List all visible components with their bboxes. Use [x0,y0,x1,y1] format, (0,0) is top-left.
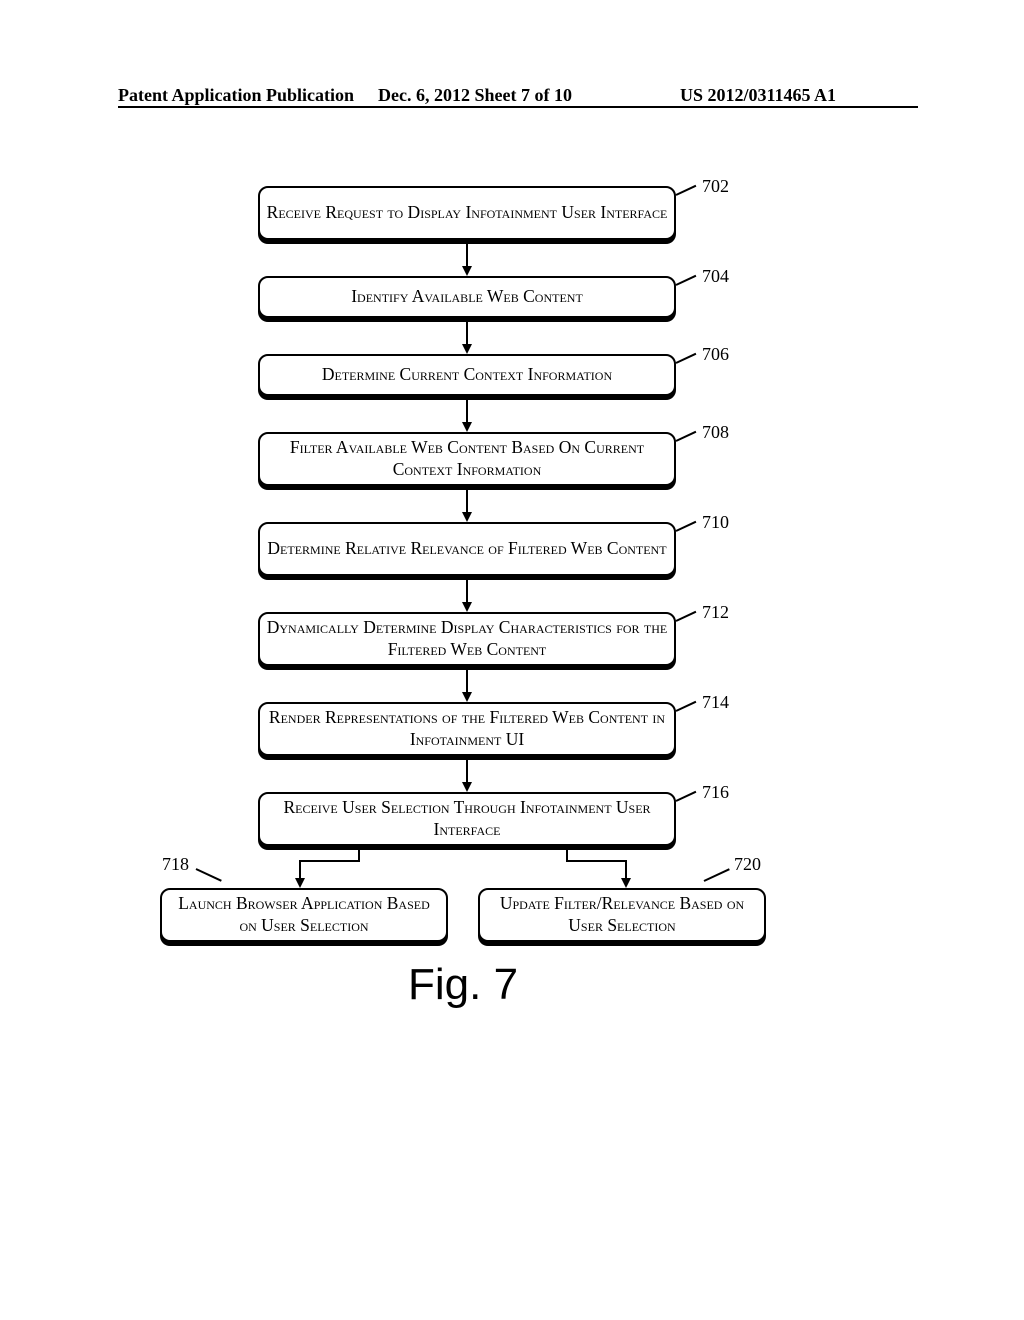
arrowhead-712-714 [462,692,472,702]
arrow-704-706 [466,322,468,346]
arrowhead-702-704 [462,266,472,276]
leader-718 [196,868,222,882]
box-718: Launch Browser Application Based on User… [160,888,448,942]
split-right-horiz [566,860,627,862]
arrow-714-716 [466,760,468,784]
arrowhead-714-716 [462,782,472,792]
arrow-712-714 [466,670,468,694]
label-716: 716 [702,782,729,803]
label-712: 712 [702,602,729,623]
arrowhead-720 [621,878,631,888]
box-702: Receive Request to Display Infotainment … [258,186,676,240]
header-right: US 2012/0311465 A1 [680,85,836,106]
figure-caption: Fig. 7 [408,960,518,1010]
arrow-708-710 [466,490,468,514]
arrow-702-704 [466,244,468,268]
box-706: Determine Current Context Information [258,354,676,396]
label-718: 718 [162,854,189,875]
header-rule [118,106,918,108]
label-720: 720 [734,854,761,875]
leader-702 [676,185,697,196]
leader-720 [704,868,730,882]
arrowhead-710-712 [462,602,472,612]
leader-712 [676,611,697,622]
arrowhead-708-710 [462,512,472,522]
box-708: Filter Available Web Content Based On Cu… [258,432,676,486]
split-left-vert1 [358,850,360,860]
leader-710 [676,521,697,532]
header-center: Dec. 6, 2012 Sheet 7 of 10 [378,85,572,106]
label-702: 702 [702,176,729,197]
leader-704 [676,275,697,286]
arrowhead-718 [295,878,305,888]
leader-716 [676,791,697,802]
split-right-vert2 [625,860,627,880]
leader-708 [676,431,697,442]
label-704: 704 [702,266,729,287]
arrowhead-704-706 [462,344,472,354]
label-714: 714 [702,692,729,713]
label-708: 708 [702,422,729,443]
label-706: 706 [702,344,729,365]
arrowhead-706-708 [462,422,472,432]
box-704: Identify Available Web Content [258,276,676,318]
leader-706 [676,353,697,364]
box-710: Determine Relative Relevance of Filtered… [258,522,676,576]
leader-714 [676,701,697,712]
split-right-vert1 [566,850,568,860]
box-712: Dynamically Determine Display Characteri… [258,612,676,666]
header-left: Patent Application Publication [118,85,354,106]
split-left-vert2 [299,860,301,880]
box-716: Receive User Selection Through Infotainm… [258,792,676,846]
box-720: Update Filter/Relevance Based on User Se… [478,888,766,942]
arrow-710-712 [466,580,468,604]
label-710: 710 [702,512,729,533]
arrow-706-708 [466,400,468,424]
split-left-horiz [299,860,360,862]
box-714: Render Representations of the Filtered W… [258,702,676,756]
